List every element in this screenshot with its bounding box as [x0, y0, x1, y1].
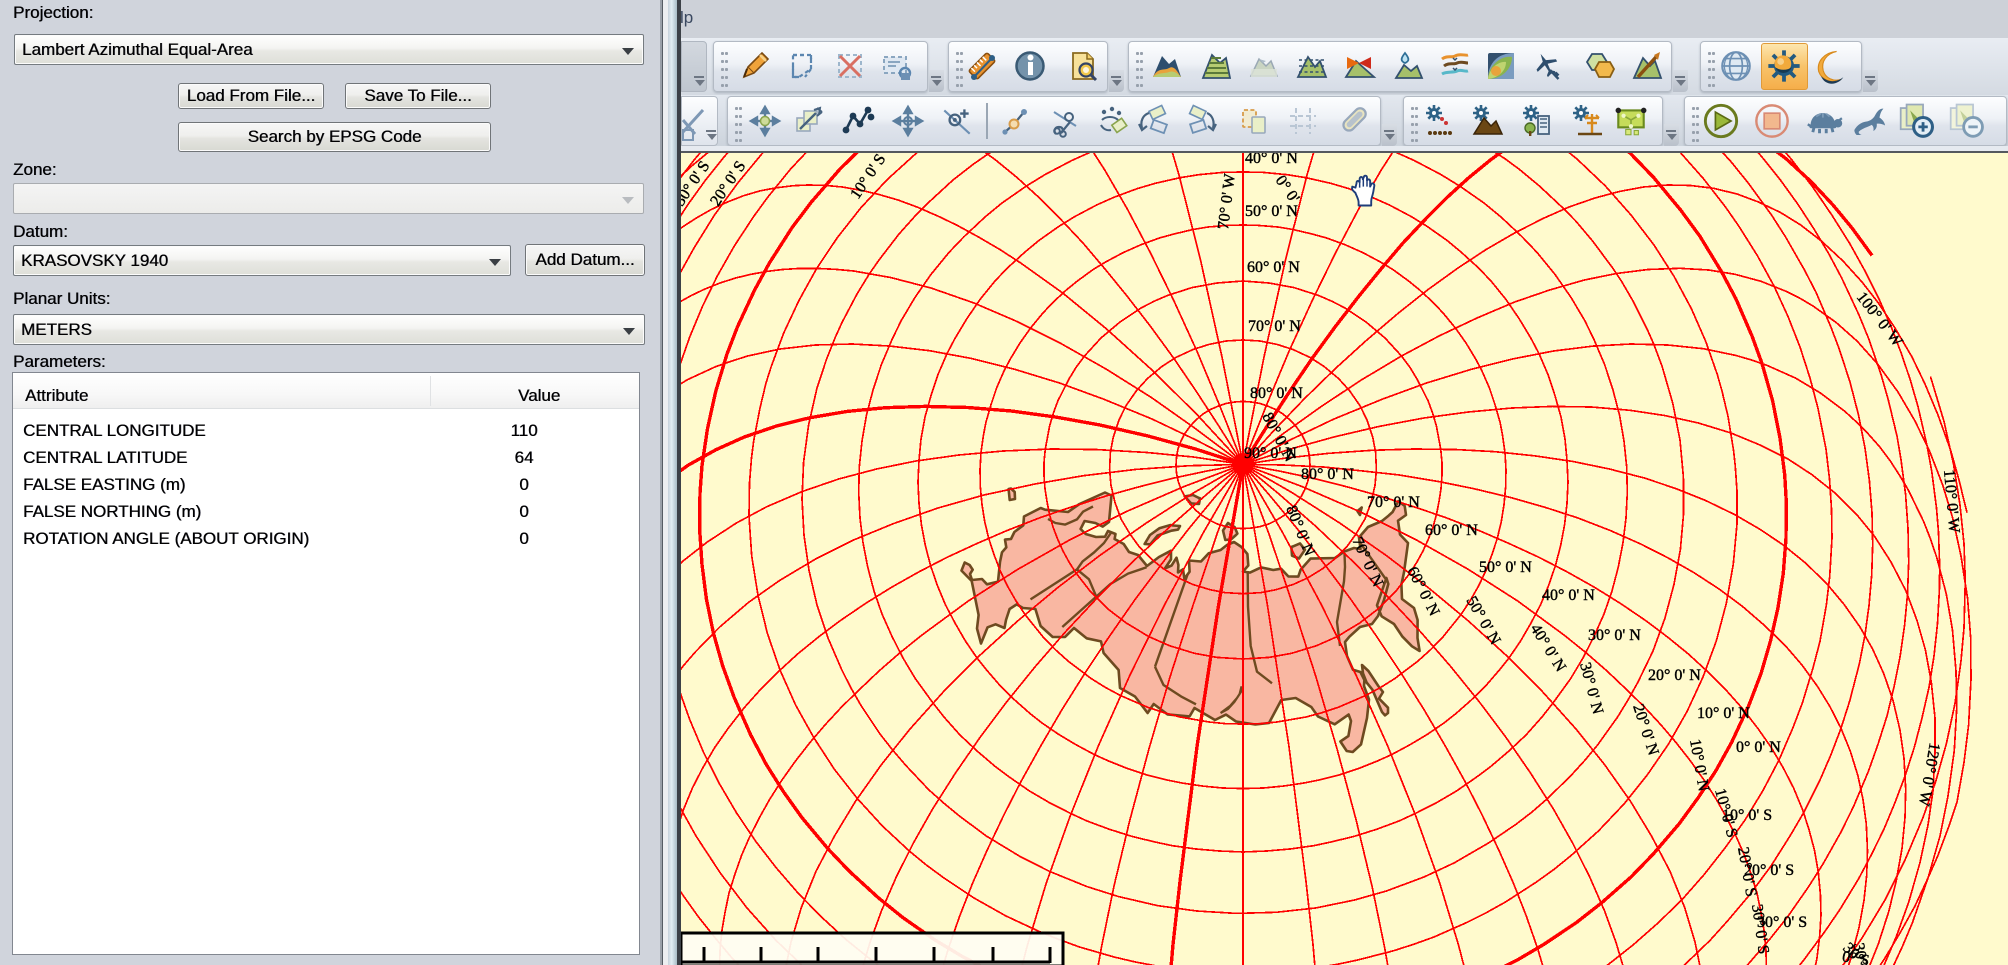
svg-text:40° 0' N: 40° 0' N [1542, 587, 1595, 604]
svg-text:20° 0' S: 20° 0' S [1734, 846, 1759, 898]
svg-text:0° 0' N: 0° 0' N [1736, 739, 1781, 756]
svg-text:0° 0': 0° 0' [1272, 173, 1303, 207]
svg-text:70° 0' N: 70° 0' N [1367, 494, 1420, 511]
svg-text:20° 0' N: 20° 0' N [1648, 667, 1701, 684]
svg-text:60° 0' N: 60° 0' N [1425, 522, 1478, 539]
svg-text:30° 0' N: 30° 0' N [1576, 661, 1606, 717]
svg-text:10° 0' S: 10° 0' S [847, 151, 889, 202]
svg-text:20° 0' N: 20° 0' N [1629, 702, 1662, 758]
svg-text:30° 0' S: 30° 0' S [1748, 903, 1772, 955]
svg-text:80° 0' N: 80° 0' N [1282, 503, 1318, 559]
svg-text:70° 0' N: 70° 0' N [1248, 318, 1301, 335]
svg-text:80° 0' N: 80° 0' N [1301, 466, 1354, 483]
svg-text:50° 0' N: 50° 0' N [1245, 203, 1298, 220]
svg-text:40° 0' N: 40° 0' N [1527, 621, 1570, 675]
svg-text:30° 0' N: 30° 0' N [1588, 627, 1641, 644]
svg-text:70° 0' W: 70° 0' W [1215, 172, 1239, 231]
svg-text:80° 0' N: 80° 0' N [1250, 385, 1303, 402]
svg-text:120° 0' W: 120° 0' W [1915, 741, 1943, 808]
svg-text:50° 0' N: 50° 0' N [1479, 559, 1532, 576]
svg-text:60° 0' N: 60° 0' N [1247, 259, 1300, 276]
svg-text:10° 0' N: 10° 0' N [1686, 738, 1712, 793]
svg-text:10° 0' N: 10° 0' N [1697, 705, 1750, 722]
